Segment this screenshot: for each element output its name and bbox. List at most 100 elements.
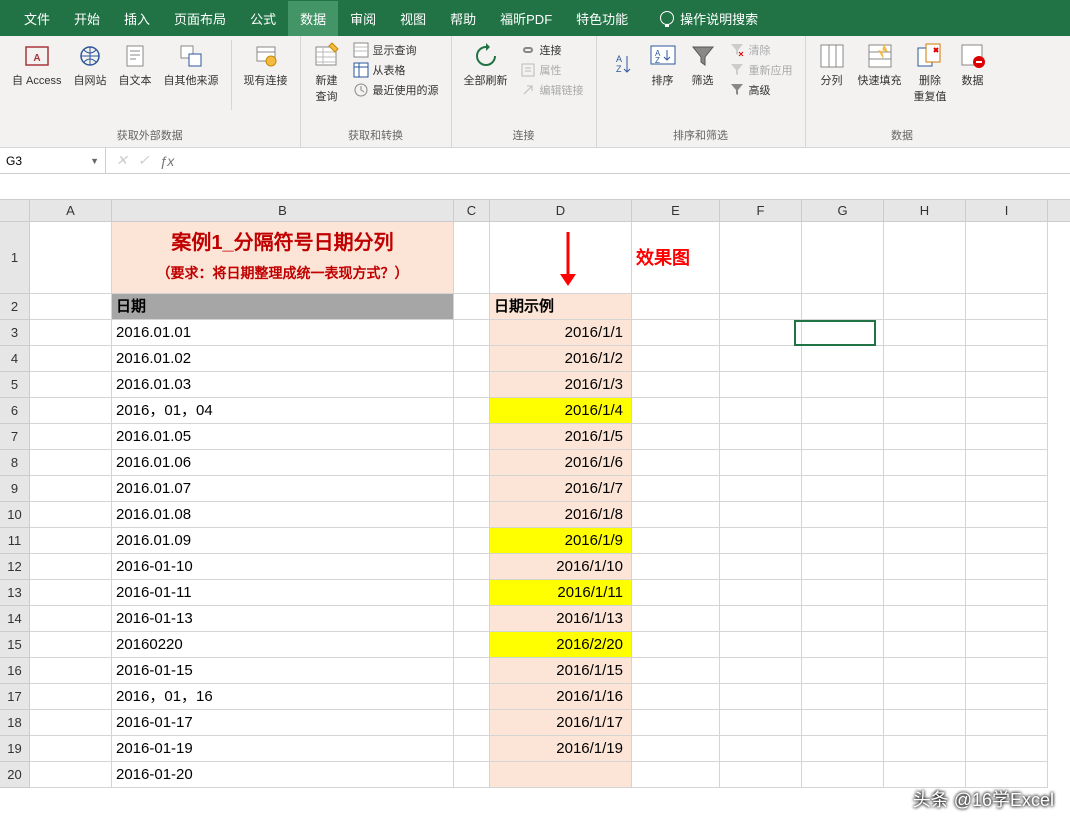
cell[interactable] bbox=[454, 632, 490, 658]
cell[interactable]: 效果图 bbox=[632, 222, 720, 294]
cell[interactable] bbox=[802, 346, 884, 372]
cell[interactable]: 2016/1/7 bbox=[490, 476, 632, 502]
tell-me-search[interactable]: 操作说明搜索 bbox=[660, 9, 758, 28]
cell[interactable] bbox=[802, 424, 884, 450]
select-all-corner[interactable] bbox=[0, 200, 30, 221]
cell[interactable]: 2016/1/19 bbox=[490, 736, 632, 762]
cell[interactable]: 2016/1/1 bbox=[490, 320, 632, 346]
cell[interactable] bbox=[30, 684, 112, 710]
clear-filter-button[interactable]: 清除 bbox=[725, 40, 797, 60]
cell[interactable]: 2016/1/3 bbox=[490, 372, 632, 398]
cell[interactable]: 2016，01，16 bbox=[112, 684, 454, 710]
cell[interactable] bbox=[884, 710, 966, 736]
cell[interactable]: 日期 bbox=[112, 294, 454, 320]
cell[interactable] bbox=[802, 632, 884, 658]
cell[interactable] bbox=[30, 658, 112, 684]
tab-7[interactable]: 视图 bbox=[388, 1, 438, 36]
cell[interactable] bbox=[454, 502, 490, 528]
cell[interactable] bbox=[30, 222, 112, 294]
cell[interactable]: 2016-01-19 bbox=[112, 736, 454, 762]
col-header-I[interactable]: I bbox=[966, 200, 1048, 221]
tab-2[interactable]: 插入 bbox=[112, 1, 162, 36]
cell[interactable] bbox=[30, 424, 112, 450]
cell[interactable] bbox=[966, 424, 1048, 450]
row-header[interactable]: 5 bbox=[0, 372, 30, 398]
cell[interactable]: 2016.01.06 bbox=[112, 450, 454, 476]
cell[interactable] bbox=[884, 424, 966, 450]
cell[interactable] bbox=[30, 736, 112, 762]
col-header-D[interactable]: D bbox=[490, 200, 632, 221]
from-text-button[interactable]: 自文本 bbox=[115, 40, 156, 90]
tab-1[interactable]: 开始 bbox=[62, 1, 112, 36]
cell[interactable] bbox=[454, 684, 490, 710]
cell[interactable] bbox=[966, 606, 1048, 632]
cell[interactable] bbox=[454, 554, 490, 580]
cell[interactable] bbox=[454, 528, 490, 554]
tab-5[interactable]: 数据 bbox=[288, 1, 338, 36]
row-header[interactable]: 18 bbox=[0, 710, 30, 736]
row-header[interactable]: 8 bbox=[0, 450, 30, 476]
cell[interactable] bbox=[454, 450, 490, 476]
row-header[interactable]: 19 bbox=[0, 736, 30, 762]
cell[interactable] bbox=[802, 294, 884, 320]
cell[interactable] bbox=[966, 684, 1048, 710]
cell[interactable] bbox=[802, 762, 884, 788]
tab-4[interactable]: 公式 bbox=[238, 1, 288, 36]
cell[interactable] bbox=[720, 710, 802, 736]
cell[interactable]: 2016/1/9 bbox=[490, 528, 632, 554]
cell[interactable] bbox=[884, 684, 966, 710]
cell[interactable] bbox=[30, 528, 112, 554]
cell[interactable]: 2016/2/20 bbox=[490, 632, 632, 658]
cell[interactable] bbox=[802, 320, 884, 346]
cell[interactable] bbox=[802, 528, 884, 554]
cell[interactable] bbox=[720, 658, 802, 684]
cell[interactable] bbox=[30, 476, 112, 502]
row-header[interactable]: 2 bbox=[0, 294, 30, 320]
cell[interactable] bbox=[632, 684, 720, 710]
cell[interactable] bbox=[454, 580, 490, 606]
cell[interactable]: 2016-01-17 bbox=[112, 710, 454, 736]
cell[interactable] bbox=[632, 372, 720, 398]
cell[interactable] bbox=[884, 658, 966, 684]
cell[interactable]: 2016/1/17 bbox=[490, 710, 632, 736]
row-header[interactable]: 1 bbox=[0, 222, 30, 294]
tab-8[interactable]: 帮助 bbox=[438, 1, 488, 36]
tab-9[interactable]: 福昕PDF bbox=[488, 1, 564, 36]
cell[interactable] bbox=[720, 424, 802, 450]
cell[interactable] bbox=[966, 658, 1048, 684]
remove-dup-button[interactable]: 删除 重复值 bbox=[910, 40, 951, 106]
cell[interactable]: 2016-01-10 bbox=[112, 554, 454, 580]
cell[interactable] bbox=[30, 372, 112, 398]
cell[interactable] bbox=[966, 320, 1048, 346]
cell[interactable] bbox=[632, 424, 720, 450]
from-other-button[interactable]: 自其他来源 bbox=[160, 40, 223, 90]
advanced-filter-button[interactable]: 高级 bbox=[725, 80, 797, 100]
recent-sources-button[interactable]: 最近使用的源 bbox=[349, 80, 443, 100]
cell[interactable] bbox=[632, 762, 720, 788]
cell[interactable] bbox=[30, 580, 112, 606]
cell[interactable] bbox=[802, 606, 884, 632]
cell[interactable] bbox=[720, 554, 802, 580]
cell[interactable]: 20160220 bbox=[112, 632, 454, 658]
enter-icon[interactable]: ✓ bbox=[138, 152, 150, 169]
cell[interactable]: 日期示例 bbox=[490, 294, 632, 320]
fx-icon[interactable]: ƒx bbox=[159, 153, 174, 169]
cell[interactable] bbox=[884, 450, 966, 476]
cell[interactable] bbox=[884, 320, 966, 346]
row-header[interactable]: 13 bbox=[0, 580, 30, 606]
properties-button[interactable]: 属性 bbox=[516, 60, 588, 80]
cell[interactable] bbox=[30, 398, 112, 424]
from-table-button[interactable]: 从表格 bbox=[349, 60, 443, 80]
row-header[interactable]: 14 bbox=[0, 606, 30, 632]
cell[interactable]: 2016/1/16 bbox=[490, 684, 632, 710]
cell[interactable] bbox=[30, 762, 112, 788]
cell[interactable]: 2016，01，04 bbox=[112, 398, 454, 424]
col-header-H[interactable]: H bbox=[884, 200, 966, 221]
tab-3[interactable]: 页面布局 bbox=[162, 1, 238, 36]
cell[interactable] bbox=[454, 606, 490, 632]
cell[interactable]: 2016.01.09 bbox=[112, 528, 454, 554]
cell[interactable]: 2016-01-20 bbox=[112, 762, 454, 788]
cell[interactable] bbox=[454, 398, 490, 424]
cell[interactable] bbox=[30, 554, 112, 580]
cell[interactable]: 2016-01-11 bbox=[112, 580, 454, 606]
